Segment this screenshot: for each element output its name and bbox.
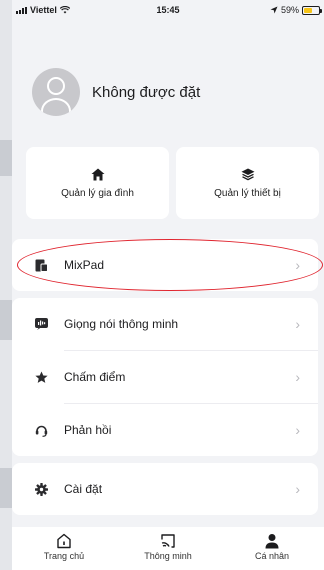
menu-item-label: MixPad	[64, 258, 105, 272]
menu-item-label: Cài đặt	[64, 482, 103, 496]
chevron-right-icon: ›	[295, 257, 300, 273]
tab-smart[interactable]: Thông minh	[116, 527, 220, 570]
clock: 15:45	[156, 5, 180, 15]
mixpad-icon	[34, 258, 48, 272]
status-bar: Viettel 15:45 59%	[12, 0, 324, 20]
chevron-right-icon: ›	[295, 369, 300, 385]
menu-item-label: Chấm điểm	[64, 370, 126, 384]
menu-item-voice[interactable]: Giọng nói thông minh ›	[12, 298, 318, 350]
tab-home-label: Trang chủ	[43, 551, 85, 561]
tab-home[interactable]: Trang chủ	[12, 527, 116, 570]
family-management-card[interactable]: Quản lý gia đình	[26, 147, 169, 219]
battery-percent: 59%	[280, 5, 299, 15]
mixpad-card: MixPad ›	[12, 239, 318, 291]
tab-smart-label: Thông minh	[144, 551, 192, 561]
tab-personal-label: Cá nhân	[254, 551, 290, 561]
profile-header[interactable]: Không được đặt	[12, 62, 324, 122]
menu-item-label: Giọng nói thông minh	[64, 317, 179, 331]
voice-icon	[34, 317, 48, 331]
chevron-right-icon: ›	[295, 316, 300, 332]
headset-icon	[34, 423, 48, 437]
carrier-label: Viettel	[30, 5, 57, 15]
smart-icon	[161, 534, 175, 548]
layers-icon	[241, 168, 254, 180]
chevron-right-icon: ›	[295, 481, 300, 497]
menu-item-settings[interactable]: Cài đặt ›	[12, 463, 318, 515]
avatar[interactable]	[32, 68, 80, 116]
family-management-label: Quản lý gia đình	[61, 187, 134, 199]
menu-item-rating[interactable]: Chấm điểm ›	[12, 351, 318, 403]
menu-item-label: Phản hồi	[64, 423, 112, 437]
menu-item-feedback[interactable]: Phản hồi ›	[12, 404, 318, 456]
signal-icon	[16, 6, 27, 14]
battery-icon	[302, 5, 322, 15]
gear-icon	[34, 482, 48, 496]
person-icon	[265, 534, 279, 549]
menu-item-mixpad[interactable]: MixPad ›	[12, 239, 318, 291]
device-management-label: Quản lý thiết bị	[214, 187, 281, 199]
star-icon	[34, 370, 48, 384]
wifi-icon	[59, 6, 70, 14]
location-arrow-icon	[270, 6, 278, 14]
background-app-strip	[0, 0, 12, 570]
chevron-right-icon: ›	[295, 422, 300, 438]
menu-card: Giọng nói thông minh › Chấm điểm › Phản …	[12, 298, 318, 456]
home-icon	[91, 168, 104, 180]
tab-personal[interactable]: Cá nhân	[220, 527, 324, 570]
device-management-card[interactable]: Quản lý thiết bị	[176, 147, 319, 219]
profile-name: Không được đặt	[92, 83, 201, 101]
home-outline-icon	[57, 533, 71, 549]
settings-card: Cài đặt ›	[12, 463, 318, 515]
tab-bar: Trang chủ Thông minh Cá nhân	[12, 527, 324, 570]
